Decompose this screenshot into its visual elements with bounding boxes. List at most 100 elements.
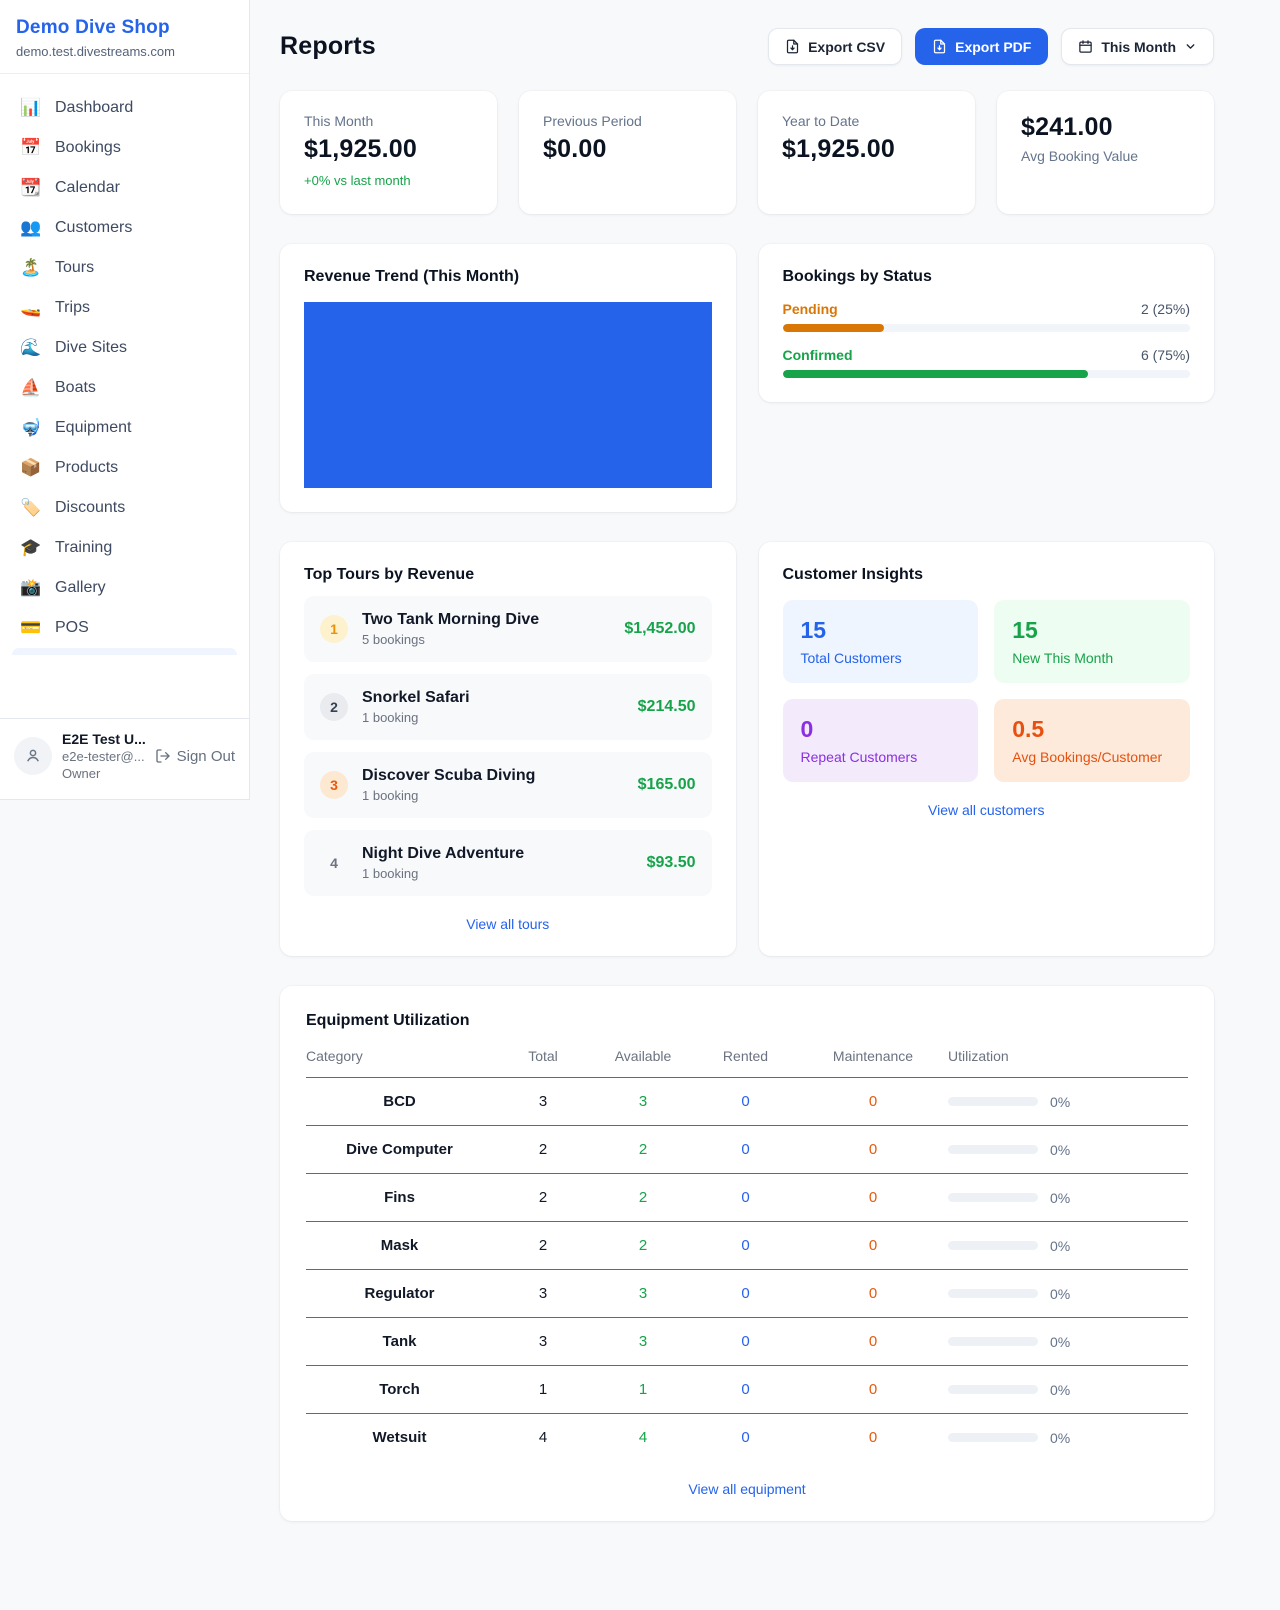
equipment-utilization-cell: 0% [948,1078,1188,1126]
customer-insights-card: Customer Insights 15 Total Customers 15 … [759,542,1215,956]
equipment-rented: 0 [693,1126,798,1174]
utilization-bar [948,1337,1038,1346]
stat-label: Year to Date [782,113,951,129]
equipment-maintenance: 0 [798,1270,948,1318]
export-csv-button[interactable]: Export CSV [768,28,902,65]
tour-name: Snorkel Safari [362,689,624,707]
view-all-tours-link[interactable]: View all tours [304,916,712,932]
sidebar-item-customers[interactable]: 👥 Customers [8,208,241,248]
sidebar-item-label: Bookings [55,139,121,157]
sidebar-item-gallery[interactable]: 📸 Gallery [8,568,241,608]
equipment-available: 3 [593,1078,693,1126]
stat-value: $241.00 [1021,113,1190,142]
insight-tile-repeat-customers: 0 Repeat Customers [783,699,979,782]
equipment-available: 3 [593,1270,693,1318]
sidebar-item-bookings[interactable]: 📅 Bookings [8,128,241,168]
equipment-rented: 0 [693,1078,798,1126]
equipment-total: 3 [493,1270,593,1318]
sidebar-item-pos[interactable]: 💳 POS [8,608,241,648]
period-label: This Month [1101,39,1176,55]
insight-value: 0.5 [1012,716,1172,743]
rank-badge: 4 [320,849,348,877]
sidebar-item-discounts[interactable]: 🏷️ Discounts [8,488,241,528]
tour-row: 4 Night Dive Adventure 1 booking $93.50 [304,830,712,896]
sign-out-button[interactable]: Sign Out [155,748,235,765]
sidebar-item-dive-sites[interactable]: 🌊 Dive Sites [8,328,241,368]
tour-revenue: $214.50 [638,698,696,716]
sidebar-item-label: Discounts [55,499,125,517]
insight-label: Total Customers [801,650,961,666]
bookings-by-status-title: Bookings by Status [783,268,1191,286]
equipment-available: 1 [593,1366,693,1414]
utilization-percent: 0% [1050,1382,1070,1398]
sidebar-item-calendar[interactable]: 📆 Calendar [8,168,241,208]
period-selector[interactable]: This Month [1061,28,1214,65]
insight-value: 15 [1012,617,1172,644]
sidebar: Demo Dive Shop demo.test.divestreams.com… [0,0,250,800]
tour-revenue: $165.00 [638,776,696,794]
stat-label: Avg Booking Value [1021,148,1190,164]
revenue-trend-card: Revenue Trend (This Month) [280,244,736,512]
stat-card-this-month: This Month $1,925.00 +0% vs last month [280,91,497,214]
equipment-maintenance: 0 [798,1126,948,1174]
sidebar-item-label: Dive Sites [55,339,127,357]
equipment-rented: 0 [693,1270,798,1318]
sidebar-nav: 📊 Dashboard 📅 Bookings 📆 Calendar 👥 Cust… [0,74,249,718]
status-bar-track [783,324,1191,332]
stat-card-previous-period: Previous Period $0.00 [519,91,736,214]
package-icon: 📦 [20,458,42,478]
utilization-bar [948,1433,1038,1442]
view-all-equipment-link[interactable]: View all equipment [306,1481,1188,1497]
stat-card-avg-booking-value: $241.00 Avg Booking Value [997,91,1214,214]
user-email: e2e-tester@... [62,749,145,764]
insight-value: 15 [801,617,961,644]
sidebar-item-trips[interactable]: 🚤 Trips [8,288,241,328]
utilization-bar [948,1193,1038,1202]
main-content: Reports Export CSV Export PDF [250,0,1280,1561]
view-all-customers-link[interactable]: View all customers [783,802,1191,818]
utilization-percent: 0% [1050,1142,1070,1158]
sidebar-item-reports-active-clipped[interactable] [12,648,237,655]
top-tours-title: Top Tours by Revenue [304,566,712,584]
equipment-utilization-cell: 0% [948,1222,1188,1270]
status-bar-fill [783,370,1089,378]
export-pdf-button[interactable]: Export PDF [915,28,1048,65]
col-header-total: Total [493,1048,593,1078]
stat-label: Previous Period [543,113,712,129]
equipment-table-row: BCD33000% [306,1078,1188,1126]
equipment-total: 3 [493,1078,593,1126]
equipment-total: 2 [493,1174,593,1222]
sidebar-item-products[interactable]: 📦 Products [8,448,241,488]
insight-tile-new-this-month: 15 New This Month [994,600,1190,683]
equipment-maintenance: 0 [798,1174,948,1222]
equipment-table-row: Mask22000% [306,1222,1188,1270]
sidebar-item-label: Customers [55,219,132,237]
sidebar-item-equipment[interactable]: 🤿 Equipment [8,408,241,448]
shop-name[interactable]: Demo Dive Shop [16,17,233,39]
utilization-bar [948,1241,1038,1250]
col-header-category: Category [306,1048,493,1078]
equipment-table-row: Torch11000% [306,1366,1188,1414]
equipment-maintenance: 0 [798,1366,948,1414]
sidebar-item-tours[interactable]: 🏝️ Tours [8,248,241,288]
bookings-by-status-card: Bookings by Status Pending 2 (25%) Confi… [759,244,1215,402]
equipment-rented: 0 [693,1222,798,1270]
status-count: 6 (75%) [1141,347,1190,363]
equipment-category: Dive Computer [306,1126,493,1174]
equipment-utilization-cell: 0% [948,1126,1188,1174]
sidebar-item-dashboard[interactable]: 📊 Dashboard [8,88,241,128]
tour-row: 3 Discover Scuba Diving 1 booking $165.0… [304,752,712,818]
equipment-utilization-title: Equipment Utilization [306,1012,1188,1030]
equipment-table: Category Total Available Rented Maintena… [306,1048,1188,1461]
sidebar-item-training[interactable]: 🎓 Training [8,528,241,568]
sidebar-item-boats[interactable]: ⛵ Boats [8,368,241,408]
equipment-table-row: Wetsuit44000% [306,1414,1188,1462]
equipment-rented: 0 [693,1366,798,1414]
camera-icon: 📸 [20,578,42,598]
equipment-maintenance: 0 [798,1078,948,1126]
utilization-bar [948,1385,1038,1394]
stat-value: $1,925.00 [304,135,473,164]
status-row-pending: Pending 2 (25%) [783,301,1191,332]
equipment-total: 4 [493,1414,593,1462]
utilization-percent: 0% [1050,1430,1070,1446]
